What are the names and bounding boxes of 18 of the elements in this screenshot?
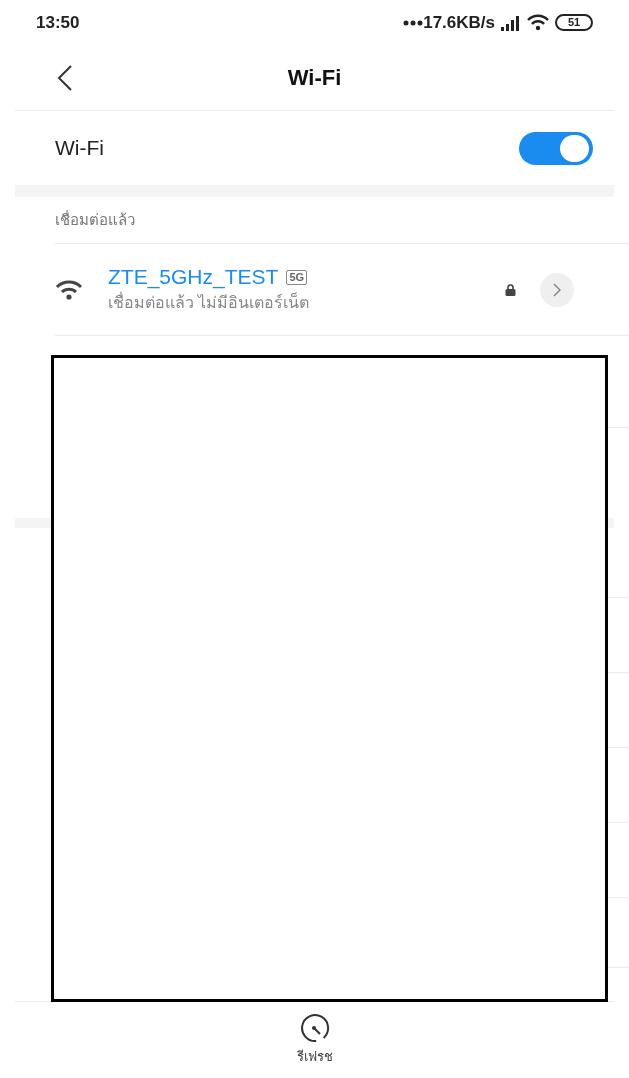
page-title: Wi-Fi bbox=[287, 64, 342, 92]
back-icon[interactable] bbox=[57, 63, 73, 92]
chevron-right-icon bbox=[553, 282, 561, 297]
dots-icon bbox=[403, 19, 424, 26]
status-time: 13:50 bbox=[36, 11, 80, 34]
signal-icon bbox=[501, 14, 521, 31]
battery-icon: 51 bbox=[555, 14, 593, 31]
details-button[interactable] bbox=[540, 272, 574, 307]
wifi-switch[interactable] bbox=[519, 131, 593, 165]
wifi-label: Wi-Fi bbox=[55, 135, 104, 162]
network-speed: 17.6KB/s bbox=[423, 11, 495, 34]
network-name: ZTE_5GHz_TEST bbox=[108, 264, 279, 291]
network-status: เชื่อมต่อแล้ว ไม่มีอินเตอร์เน็ต bbox=[108, 291, 311, 313]
band-tag: 5G bbox=[286, 269, 308, 286]
wifi-icon bbox=[527, 14, 549, 31]
wifi-icon bbox=[55, 279, 83, 300]
section-header: เชื่อมต่อแล้ว bbox=[55, 209, 135, 230]
refresh-button[interactable]: รีเฟรช bbox=[296, 1013, 333, 1067]
